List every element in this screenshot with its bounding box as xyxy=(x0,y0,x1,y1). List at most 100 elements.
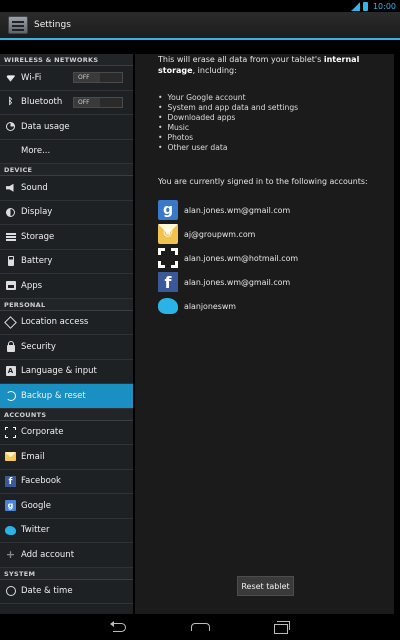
status-bar: 10:00 xyxy=(0,0,400,12)
sidebar-item-label: Google xyxy=(21,500,51,511)
list-item: Your Google account xyxy=(158,93,394,103)
sidebar-item-backup-reset[interactable]: Backup & reset xyxy=(0,384,133,409)
account-row: @ aj@groupwm.com xyxy=(158,222,394,246)
lock-icon xyxy=(5,340,16,352)
sidebar-item-facebook[interactable]: f Facebook xyxy=(0,470,133,494)
wifi-toggle[interactable]: OFF xyxy=(73,72,123,84)
reset-tablet-button[interactable]: Reset tablet xyxy=(237,576,294,596)
backup-reset-panel: This will erase all data from your table… xyxy=(135,54,394,614)
language-icon: A xyxy=(5,366,16,377)
account-email: aj@groupwm.com xyxy=(184,229,256,239)
sidebar-item-label: Sound xyxy=(21,182,48,193)
settings-app-icon[interactable] xyxy=(8,16,28,34)
sidebar-item-more[interactable]: More... xyxy=(0,140,133,164)
twitter-icon xyxy=(5,525,16,536)
sidebar-item-label: Location access xyxy=(21,317,89,328)
display-icon xyxy=(5,207,16,218)
intro-prefix: This will erase all data from your table… xyxy=(158,55,324,64)
storage-icon xyxy=(5,231,16,242)
erased-data-list: Your Google account System and app data … xyxy=(158,93,394,153)
list-item: System and app data and settings xyxy=(158,103,394,113)
account-list: g alan.jones.wm@gmail.com @ aj@groupwm.c… xyxy=(158,198,394,318)
section-header-personal: PERSONAL xyxy=(0,298,133,311)
sound-icon xyxy=(5,182,16,193)
intro-suffix: , including: xyxy=(192,66,237,75)
sidebar-item-label: Storage xyxy=(21,231,55,242)
battery-icon xyxy=(5,256,16,267)
sidebar-item-label: Data usage xyxy=(21,121,70,132)
list-item: Photos xyxy=(158,133,394,143)
sidebar-item-sound[interactable]: Sound xyxy=(0,176,133,201)
account-email: alan.jones.wm@hotmail.com xyxy=(184,253,299,263)
sidebar-item-label: Display xyxy=(21,207,53,218)
list-item: Other user data xyxy=(158,143,394,153)
account-email: alan.jones.wm@gmail.com xyxy=(184,277,291,287)
account-row: alanjoneswm xyxy=(158,294,394,318)
sidebar-item-data-usage[interactable]: Data usage xyxy=(0,115,133,140)
sidebar-item-bluetooth[interactable]: ᛒ Bluetooth OFF xyxy=(0,91,133,115)
sidebar-item-label: Language & input xyxy=(21,366,97,377)
list-item: Downloaded apps xyxy=(158,113,394,123)
data-usage-icon xyxy=(5,121,16,132)
action-bar: Settings xyxy=(0,12,400,40)
sidebar-item-google[interactable]: g Google xyxy=(0,494,133,519)
location-icon xyxy=(4,315,17,329)
status-time: 10:00 xyxy=(372,1,396,11)
sidebar-item-label: Email xyxy=(21,451,45,462)
sidebar-item-language-input[interactable]: A Language & input xyxy=(0,360,133,384)
backup-icon xyxy=(5,390,16,401)
google-icon: g xyxy=(5,500,16,512)
section-header-accounts: ACCOUNTS xyxy=(0,408,133,421)
corporate-icon xyxy=(158,248,178,268)
erase-warning-text: This will erase all data from your table… xyxy=(158,54,383,76)
account-email: alan.jones.wm@gmail.com xyxy=(184,205,291,215)
sidebar-item-label: Battery xyxy=(21,256,53,267)
section-header-device: DEVICE xyxy=(0,164,133,176)
sidebar-item-label: Backup & reset xyxy=(21,390,86,401)
list-item: Music xyxy=(158,123,394,133)
sidebar-item-display[interactable]: Display xyxy=(0,201,133,225)
home-icon[interactable] xyxy=(190,621,210,633)
sidebar-item-wifi[interactable]: Wi-Fi OFF xyxy=(0,66,133,91)
signal-icon xyxy=(350,1,360,11)
account-row: alan.jones.wm@hotmail.com xyxy=(158,246,394,270)
facebook-icon: f xyxy=(158,272,178,292)
sidebar-item-label: Add account xyxy=(21,549,75,560)
sidebar-item-label: Security xyxy=(21,341,56,352)
plus-icon: + xyxy=(5,548,16,562)
sidebar-item-label: Date & time xyxy=(21,586,73,597)
twitter-icon xyxy=(158,296,178,316)
sidebar-item-security[interactable]: Security xyxy=(0,335,133,360)
battery-status-icon xyxy=(362,1,368,11)
sidebar-item-battery[interactable]: Battery xyxy=(0,250,133,274)
facebook-icon: f xyxy=(5,475,16,487)
sidebar-item-date-time[interactable]: Date & time xyxy=(0,580,133,604)
sidebar-item-twitter[interactable]: Twitter xyxy=(0,519,133,543)
email-icon: @ xyxy=(158,224,178,244)
settings-sidebar: WIRELESS & NETWORKS Wi-Fi OFF ᛒ Bluetoot… xyxy=(0,54,133,614)
bluetooth-toggle[interactable]: OFF xyxy=(73,96,123,108)
sidebar-item-add-account[interactable]: + Add account xyxy=(0,543,133,568)
sidebar-item-storage[interactable]: Storage xyxy=(0,225,133,250)
google-icon: g xyxy=(158,200,178,220)
sidebar-item-label: Twitter xyxy=(21,525,50,536)
corporate-icon xyxy=(5,426,16,438)
sidebar-item-corporate[interactable]: Corporate xyxy=(0,421,133,445)
navigation-bar xyxy=(0,614,400,640)
sidebar-item-email[interactable]: Email xyxy=(0,445,133,470)
sidebar-item-location-access[interactable]: Location access xyxy=(0,311,133,335)
signed-in-text: You are currently signed in to the follo… xyxy=(158,177,368,186)
back-icon[interactable] xyxy=(110,621,130,633)
account-row: g alan.jones.wm@gmail.com xyxy=(158,198,394,222)
wifi-icon xyxy=(5,72,16,83)
account-row: f alan.jones.wm@gmail.com xyxy=(158,270,394,294)
sidebar-item-label: Corporate xyxy=(21,427,64,438)
recent-apps-icon[interactable] xyxy=(270,621,290,634)
section-header-system: SYSTEM xyxy=(0,567,133,580)
account-email: alanjoneswm xyxy=(184,301,236,311)
clock-icon xyxy=(5,586,16,597)
page-title: Settings xyxy=(34,20,71,30)
bluetooth-icon: ᛒ xyxy=(7,97,14,108)
apps-icon xyxy=(5,280,16,291)
sidebar-item-apps[interactable]: Apps xyxy=(0,274,133,299)
